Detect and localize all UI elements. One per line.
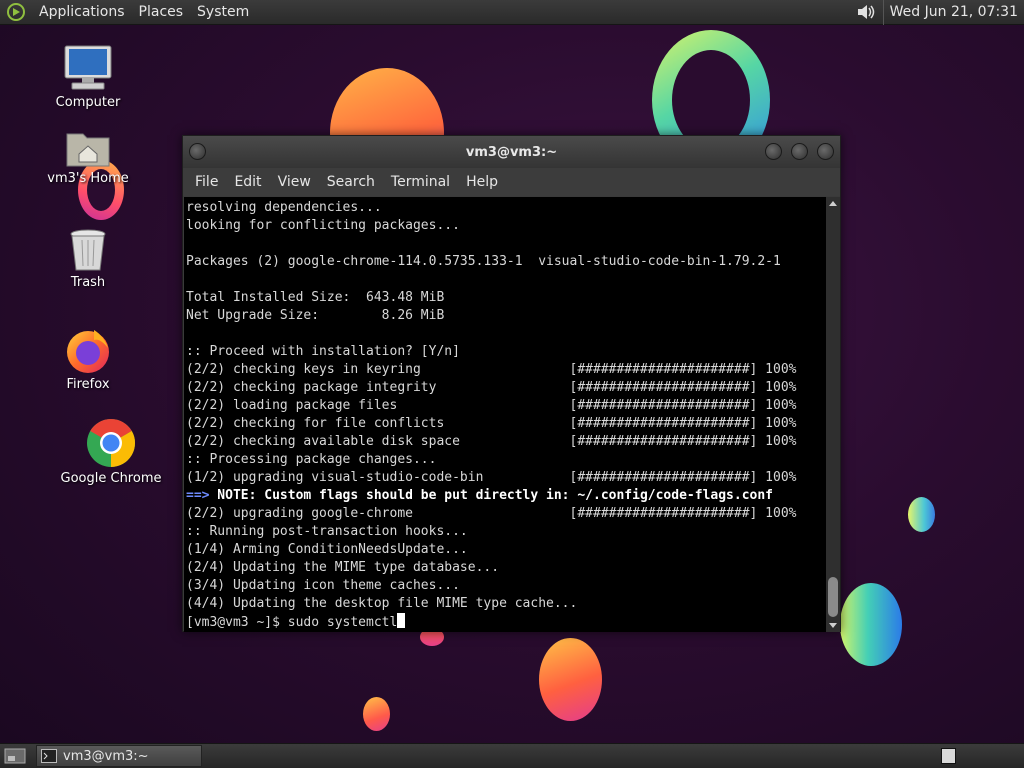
firefox-icon [67, 330, 109, 373]
wallpaper-blob [539, 638, 602, 721]
note-arrow: ==> [186, 488, 210, 503]
desktop-icon-chrome[interactable]: Google Chrome [56, 418, 166, 486]
panel-separator [882, 0, 884, 25]
taskbar-item-terminal[interactable]: vm3@vm3:~ [36, 745, 202, 767]
terminal-line: (2/2) checking package integrity [######… [186, 380, 797, 395]
menu-view[interactable]: View [270, 174, 319, 190]
terminal-line: (2/4) Updating the MIME type database... [186, 560, 500, 575]
taskbar-item-label: vm3@vm3:~ [63, 748, 149, 764]
terminal-line: :: Proceed with installation? [Y/n] [186, 344, 460, 359]
clock[interactable]: Wed Jun 21, 07:31 [890, 4, 1024, 20]
show-desktop-icon[interactable] [4, 747, 26, 765]
terminal-output[interactable]: resolving dependencies... looking for co… [184, 197, 826, 632]
terminal-scrollbar[interactable] [826, 197, 840, 632]
trash-icon [70, 229, 106, 271]
bottom-panel: vm3@vm3:~ [0, 743, 1024, 768]
volume-icon[interactable] [855, 2, 877, 22]
menu-search[interactable]: Search [319, 174, 383, 190]
desktop-icon-label: Trash [70, 275, 106, 290]
computer-icon [64, 45, 112, 90]
terminal-window[interactable]: vm3@vm3:~ File Edit View Search Terminal… [182, 135, 841, 632]
terminal-line: :: Running post-transaction hooks... [186, 524, 468, 539]
window-title: vm3@vm3:~ [465, 144, 558, 160]
desktop-icon-home[interactable]: vm3's Home [33, 128, 143, 186]
wallpaper-blob [908, 497, 935, 532]
terminal-line: (2/2) checking keys in keyring [########… [186, 362, 797, 377]
terminal-line: looking for conflicting packages... [186, 218, 460, 233]
panel-tray: Wed Jun 21, 07:31 [855, 0, 1024, 25]
terminal-line: (1/2) upgrading visual-studio-code-bin [… [186, 470, 797, 485]
chrome-icon [87, 418, 136, 467]
terminal-menubar: File Edit View Search Terminal Help [183, 168, 840, 196]
terminal-line: (1/4) Arming ConditionNeedsUpdate... [186, 542, 468, 557]
scrollbar-thumb[interactable] [828, 577, 838, 617]
top-panel: Applications Places System Wed Jun 21, 0… [0, 0, 1024, 25]
desktop-icon-firefox[interactable]: Firefox [33, 326, 143, 392]
maximize-button[interactable] [791, 143, 808, 160]
terminal-line: resolving dependencies... [186, 200, 382, 215]
terminal-line: (3/4) Updating icon theme caches... [186, 578, 460, 593]
terminal-line: Total Installed Size: 643.48 MiB [186, 290, 445, 305]
distro-logo-icon[interactable] [6, 2, 26, 22]
terminal-line: Net Upgrade Size: 8.26 MiB [186, 308, 445, 323]
minimize-button[interactable] [765, 143, 782, 160]
terminal-prompt: [vm3@vm3 ~]$ sudo systemctl [186, 615, 398, 630]
terminal-line: (4/4) Updating the desktop file MIME typ… [186, 596, 578, 611]
terminal-line: (2/2) checking for file conflicts [#####… [186, 416, 797, 431]
menu-file[interactable]: File [187, 174, 226, 190]
terminal-prompt-line[interactable]: [vm3@vm3 ~]$ sudo systemctl [186, 613, 826, 631]
scroll-up-arrow-icon[interactable] [829, 201, 837, 206]
desktop-icon-computer[interactable]: Computer [33, 44, 143, 110]
terminal-line: (2/2) checking available disk space [###… [186, 434, 797, 449]
window-titlebar[interactable]: vm3@vm3:~ [183, 136, 840, 168]
menu-help[interactable]: Help [458, 174, 506, 190]
terminal-line: :: Processing package changes... [186, 452, 437, 467]
terminal-icon [41, 749, 57, 763]
menu-terminal[interactable]: Terminal [383, 174, 458, 190]
menu-edit[interactable]: Edit [226, 174, 269, 190]
desktop-icon-label: vm3's Home [47, 171, 129, 186]
applications-menu[interactable]: Applications [32, 0, 132, 25]
note-text: NOTE: Custom flags should be put directl… [209, 488, 774, 503]
home-folder-icon [66, 133, 110, 167]
window-menu-button[interactable] [189, 143, 206, 160]
desktop-icon-label: Firefox [66, 377, 110, 392]
terminal-note-line: ==> NOTE: Custom flags should be put dir… [186, 487, 826, 505]
wallpaper-blob [840, 583, 902, 666]
desktop-icon-label: Google Chrome [60, 471, 162, 486]
desktop-icon-label: Computer [55, 95, 121, 110]
scroll-down-arrow-icon[interactable] [829, 623, 837, 628]
terminal-line: (2/2) loading package files [###########… [186, 398, 797, 413]
places-menu[interactable]: Places [132, 0, 191, 25]
close-button[interactable] [817, 143, 834, 160]
text-cursor [397, 613, 406, 628]
terminal-line: Packages (2) google-chrome-114.0.5735.13… [186, 254, 781, 269]
system-menu[interactable]: System [190, 0, 256, 25]
terminal-line: (2/2) upgrading google-chrome [#########… [186, 506, 797, 521]
wallpaper-blob [363, 697, 390, 731]
workspace-switcher[interactable] [941, 748, 956, 764]
desktop-icon-trash[interactable]: Trash [33, 228, 143, 290]
